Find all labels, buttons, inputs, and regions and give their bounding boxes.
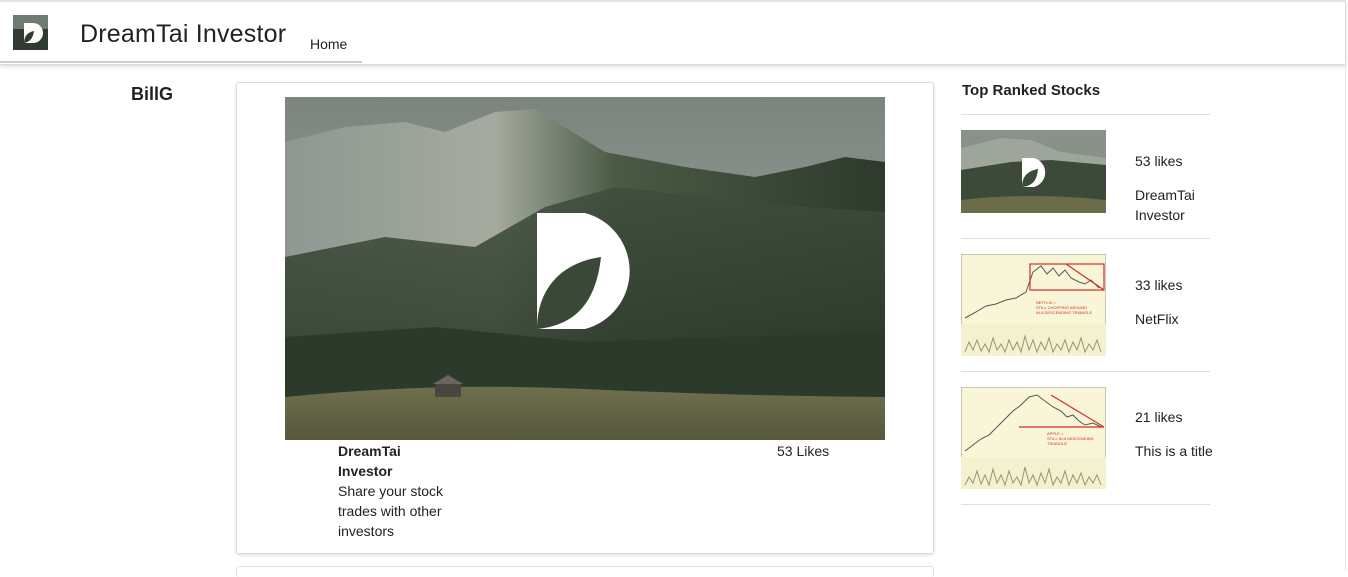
divider [961, 504, 1210, 505]
ranked-title[interactable]: DreamTai Investor [1135, 185, 1215, 225]
sidebar-username[interactable]: BillG [131, 84, 173, 105]
post-card: DreamTai Investor Share your stock trade… [236, 82, 934, 554]
ranked-thumb-apple-chart[interactable]: APPLE = STILL IN A DESCENDING TRIANGLE [961, 387, 1106, 489]
ranked-likes[interactable]: 33 likes [1135, 277, 1182, 293]
top-navbar: DreamTai Investor Home [0, 0, 1346, 65]
navbar-edge [1345, 2, 1346, 64]
divider [961, 114, 1210, 115]
top-ranked-heading: Top Ranked Stocks [962, 82, 1101, 99]
svg-text:IN A DESCENDING TRIANGLE: IN A DESCENDING TRIANGLE [1036, 310, 1092, 315]
divider [961, 238, 1210, 239]
divider [961, 371, 1210, 372]
app-logo-icon[interactable] [13, 15, 48, 50]
post-image[interactable] [285, 97, 885, 440]
nav-home-link[interactable]: Home [310, 36, 347, 52]
ranked-title[interactable]: This is a title [1135, 441, 1225, 461]
nav-active-underline [0, 61, 362, 63]
ranked-thumb-dreamtai[interactable] [961, 130, 1106, 213]
ranked-likes[interactable]: 21 likes [1135, 409, 1182, 425]
ranked-title[interactable]: NetFlix [1135, 309, 1215, 329]
next-post-card [236, 566, 934, 577]
ranked-likes[interactable]: 53 likes [1135, 153, 1182, 169]
ranked-thumb-netflix-chart[interactable]: NETFLIX = STILL CHOPPING AROUND IN A DES… [961, 254, 1106, 356]
page-edge [1345, 62, 1346, 570]
brand-title[interactable]: DreamTai Investor [80, 20, 286, 49]
svg-text:TRIANGLE: TRIANGLE [1047, 441, 1067, 446]
post-likes-count[interactable]: 53 Likes [777, 441, 829, 461]
post-title[interactable]: DreamTai Investor [338, 441, 458, 481]
post-description: Share your stock trades with other inves… [338, 483, 444, 539]
